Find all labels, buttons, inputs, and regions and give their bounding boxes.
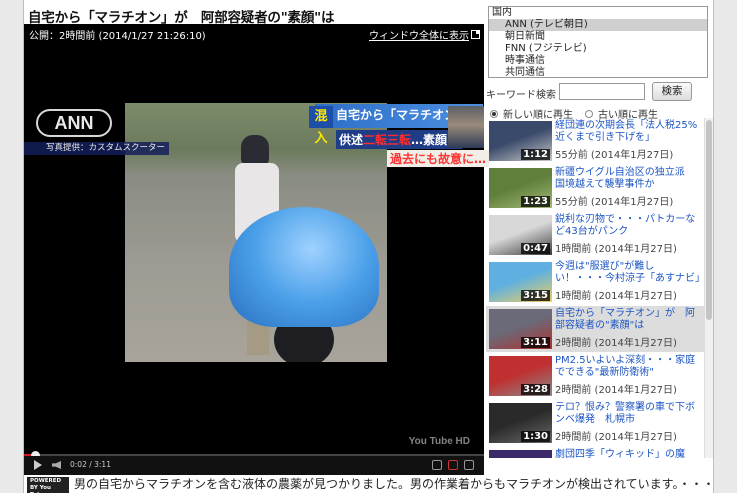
video-title-link[interactable]: 新疆ウイグル自治区の独立派 国境越えて襲撃事件か bbox=[555, 167, 704, 191]
sort-newest-radio[interactable] bbox=[490, 109, 498, 118]
video-list-item[interactable]: 1:23 新疆ウイグル自治区の独立派 国境越えて襲撃事件か 55分前 (2014年1… bbox=[486, 165, 704, 211]
youtube-watermark: You Tube HD bbox=[408, 436, 470, 447]
video-column: 自宅から「マラチオン」が 阿部容疑者の"素顔"は 公開：2時間前 (2014/1… bbox=[24, 0, 490, 493]
video-duration: 0:47 bbox=[521, 243, 550, 254]
video-list-item[interactable]: 3:15 今週は"服選び"が難しい！・・・今村涼子「あすナビ」 1時間前 (2014… bbox=[486, 259, 704, 305]
scooter-figure bbox=[229, 187, 379, 362]
sort-oldest-radio[interactable] bbox=[585, 109, 593, 118]
video-duration: 3:28 bbox=[521, 384, 550, 395]
video-list-item[interactable]: 3:28 PM2.5いよいよ深刻・・・家庭でできる"最新防衛術" 2時間前 (201… bbox=[486, 353, 704, 399]
video-thumbnail[interactable]: 1:23 bbox=[489, 168, 552, 208]
video-title-link[interactable]: 鋭利な刃物で・・・パトカーなど43台がパンク bbox=[555, 214, 704, 238]
ann-logo: ANN bbox=[36, 109, 112, 137]
video-title-link[interactable]: 経団連の次期会長「法人税25%近くまで引き下げを」 bbox=[555, 120, 704, 144]
video-list: 1:12 経団連の次期会長「法人税25%近くまで引き下げを」 55分前 (2014年… bbox=[486, 118, 704, 458]
scrollbar-thumb[interactable] bbox=[706, 120, 712, 320]
video-title-link[interactable]: 今週は"服選び"が難しい！・・・今村涼子「あすナビ」 bbox=[555, 261, 704, 285]
play-icon[interactable] bbox=[34, 460, 42, 470]
category-option[interactable]: ANN (テレビ朝日) bbox=[489, 19, 707, 31]
video-time: 55分前 (2014年1月27日) bbox=[555, 197, 674, 208]
fullwindow-label: ウィンドウ全体に表示 bbox=[369, 31, 469, 42]
video-thumbnail[interactable]: 3:11 bbox=[489, 309, 552, 349]
video-title-link[interactable]: PM2.5いよいよ深刻・・・家庭でできる"最新防衛術" bbox=[555, 355, 704, 379]
fullscreen-icon[interactable] bbox=[464, 460, 474, 470]
video-time: 1時間前 (2014年1月27日) bbox=[555, 291, 677, 302]
video-duration: 1:23 bbox=[521, 196, 550, 207]
published-time: 公開：2時間前 (2014/1/27 21:26:10) bbox=[29, 31, 206, 42]
sidebar: 国内 ANN (テレビ朝日) 朝日新聞 FNN (フジテレビ) 時事通信 共同通信 キーワ… bbox=[486, 0, 713, 493]
hd-icon[interactable] bbox=[448, 460, 458, 470]
photo-credit: 写真提供：カスタムスクーター bbox=[24, 142, 169, 155]
page-title: 自宅から「マラチオン」が 阿部容疑者の"素顔"は bbox=[28, 10, 335, 26]
video-duration: 1:12 bbox=[521, 149, 550, 160]
video-player[interactable]: 公開：2時間前 (2014/1/27 21:26:10) ウィンドウ全体に表示 … bbox=[24, 24, 490, 475]
video-thumbnail[interactable]: 3:28 bbox=[489, 356, 552, 396]
video-duration: 1:30 bbox=[521, 431, 550, 442]
powered-by-youtube: POWERED BY You Tube bbox=[27, 477, 69, 493]
video-duration: 3:11 bbox=[521, 337, 550, 348]
video-time: 2時間前 (2014年1月27日) bbox=[555, 432, 677, 443]
video-list-item[interactable]: 1:12 経団連の次期会長「法人税25%近くまで引き下げを」 55分前 (2014年… bbox=[486, 118, 704, 164]
video-list-item[interactable]: 1:30 テロ？恨み？警察署の車で下ボンベ爆発 札幌市 2時間前 (2014年1月2… bbox=[486, 400, 704, 446]
category-listbox[interactable]: 国内 ANN (テレビ朝日) 朝日新聞 FNN (フジテレビ) 時事通信 共同通信 bbox=[488, 6, 708, 78]
ann-overlay: ANN 写真提供：カスタムスクーター bbox=[24, 103, 169, 155]
category-option[interactable]: 朝日新聞 bbox=[489, 31, 707, 43]
video-time: 1時間前 (2014年1月27日) bbox=[555, 244, 677, 255]
player-controls: 0:02 / 3:11 bbox=[24, 456, 484, 475]
category-option[interactable]: 時事通信 bbox=[489, 55, 707, 67]
settings-icon[interactable] bbox=[432, 460, 442, 470]
news-banner: 混入 自宅から「マラチオン」 供述二転三転…素顔は 過去にも故意に… bbox=[309, 104, 490, 190]
video-thumbnail[interactable]: 3:15 bbox=[489, 262, 552, 302]
video-time: 2時間前 (2014年1月27日) bbox=[555, 385, 677, 396]
video-list-item[interactable]: 3:11 自宅から「マラチオン」が 阿部容疑者の"素顔"は 2時間前 (2014年1… bbox=[486, 306, 704, 352]
video-thumbnail[interactable]: 1:12 bbox=[489, 121, 552, 161]
video-time: 55分前 (2014年1月27日) bbox=[555, 150, 674, 161]
app-frame: 自宅から「マラチオン」が 阿部容疑者の"素顔"は 公開：2時間前 (2014/1… bbox=[23, 0, 714, 493]
suspect-photo bbox=[448, 106, 484, 148]
video-thumbnail[interactable] bbox=[489, 450, 552, 458]
volume-icon[interactable] bbox=[52, 461, 61, 469]
video-duration: 3:15 bbox=[521, 290, 550, 301]
search-button[interactable]: 検索 bbox=[652, 82, 692, 101]
fullwindow-link[interactable]: ウィンドウ全体に表示 bbox=[369, 27, 480, 42]
video-list-item[interactable]: 0:47 鋭利な刃物で・・・パトカーなど43台がパンク 1時間前 (2014年1月2… bbox=[486, 212, 704, 258]
keyword-search-input[interactable] bbox=[559, 83, 645, 100]
banner-line2: 供述二転三転…素顔は bbox=[336, 130, 463, 149]
video-thumbnail[interactable]: 1:30 bbox=[489, 403, 552, 443]
banner-tag: 混入 bbox=[309, 106, 333, 146]
video-title-link[interactable]: テロ？恨み？警察署の車で下ボンベ爆発 札幌市 bbox=[555, 402, 704, 426]
video-list-item[interactable]: 劇団四季「ウィキッド」の魔女、視聴履歴を消去 bbox=[486, 447, 704, 458]
category-option[interactable]: 共同通信 bbox=[489, 67, 707, 77]
category-option[interactable]: FNN (フジテレビ) bbox=[489, 43, 707, 55]
banner-line3: 過去にも故意に… bbox=[387, 150, 490, 167]
time-display: 0:02 / 3:11 bbox=[70, 460, 111, 469]
video-thumbnail[interactable]: 0:47 bbox=[489, 215, 552, 255]
category-option[interactable]: 国内 bbox=[489, 7, 707, 19]
video-title-link[interactable]: 自宅から「マラチオン」が 阿部容疑者の"素顔"は bbox=[555, 308, 704, 332]
video-time: 2時間前 (2014年1月27日) bbox=[555, 338, 677, 349]
video-list-scrollbar[interactable] bbox=[704, 118, 713, 458]
external-window-icon bbox=[471, 30, 480, 39]
keyword-search-label: キーワード検索 bbox=[486, 90, 556, 101]
video-title-link[interactable]: 劇団四季「ウィキッド」の魔女、視聴履歴を消去 bbox=[555, 449, 704, 458]
